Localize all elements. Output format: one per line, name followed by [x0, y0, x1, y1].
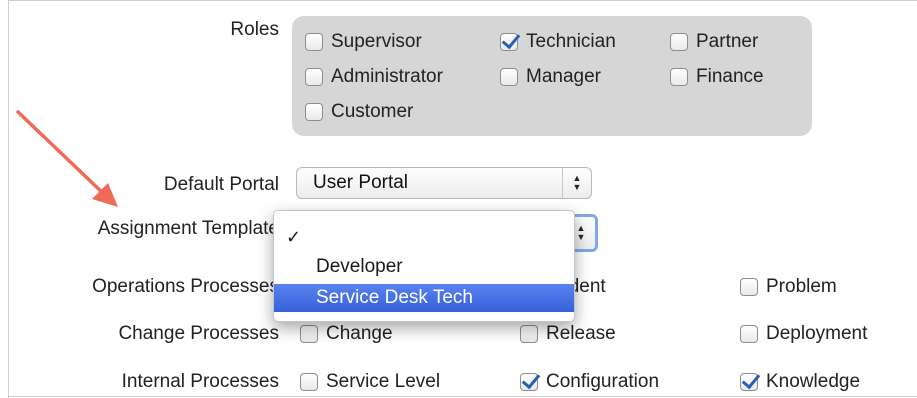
role-finance[interactable]: Finance: [670, 66, 764, 88]
checkmark-icon: ✓: [286, 226, 302, 247]
internal-label: Knowledge: [766, 371, 861, 392]
checkbox-icon[interactable]: [300, 373, 318, 391]
role-technician[interactable]: Technician: [500, 31, 616, 53]
dropdown-item-service-desk-tech[interactable]: Service Desk Tech: [274, 284, 574, 312]
operations-label: Problem: [766, 276, 837, 297]
checkbox-checked-icon[interactable]: [740, 373, 758, 391]
operations-problem[interactable]: Problem: [740, 276, 837, 298]
internal-knowledge[interactable]: Knowledge: [740, 371, 860, 393]
role-label: Customer: [331, 101, 414, 122]
internal-label: Service Level: [326, 371, 441, 392]
internal-service-level[interactable]: Service Level: [300, 371, 440, 393]
role-partner[interactable]: Partner: [670, 31, 758, 53]
checkbox-icon[interactable]: [500, 68, 518, 86]
default-portal-label: Default Portal: [163, 174, 279, 195]
up-down-chevron-icon: ▲ ▼: [562, 168, 591, 198]
change-deployment[interactable]: Deployment: [740, 323, 867, 345]
dropdown-item-label: Developer: [316, 256, 403, 277]
dropdown-item-label: Service Desk Tech: [316, 287, 473, 308]
checkbox-icon[interactable]: [670, 33, 688, 51]
checkbox-checked-icon[interactable]: [500, 33, 518, 51]
roles-label: Roles: [230, 19, 279, 40]
role-label: Technician: [526, 31, 616, 52]
role-administrator[interactable]: Administrator: [305, 66, 443, 88]
assignment-template-dropdown: ✓ Developer Service Desk Tech: [273, 210, 575, 322]
change-label: Deployment: [766, 323, 868, 344]
assignment-template-label: Assignment Template: [97, 218, 279, 239]
checkbox-icon[interactable]: [305, 103, 323, 121]
checkbox-icon[interactable]: [305, 33, 323, 51]
checkbox-icon[interactable]: [740, 278, 758, 296]
role-label: Manager: [526, 66, 601, 87]
checkbox-icon[interactable]: [305, 68, 323, 86]
role-label: Finance: [696, 66, 764, 87]
checkbox-icon[interactable]: [740, 325, 758, 343]
internal-processes-label: Internal Processes: [121, 371, 279, 392]
checkbox-checked-icon[interactable]: [520, 373, 538, 391]
change-label: Change: [326, 323, 393, 344]
checkbox-icon[interactable]: [670, 68, 688, 86]
frame-border-top: [8, 0, 917, 1]
change-label: Release: [546, 323, 616, 344]
dropdown-item-blank[interactable]: ✓: [274, 223, 574, 251]
change-release[interactable]: Release: [520, 323, 616, 345]
role-customer[interactable]: Customer: [305, 101, 413, 123]
role-label: Administrator: [331, 66, 443, 87]
operations-processes-label: Operations Processes: [92, 276, 279, 297]
default-portal-value: User Portal: [313, 172, 409, 193]
role-label: Partner: [696, 31, 759, 52]
role-supervisor[interactable]: Supervisor: [305, 31, 422, 53]
checkbox-icon[interactable]: [300, 325, 318, 343]
checkbox-icon[interactable]: [520, 325, 538, 343]
dropdown-item-developer[interactable]: Developer: [274, 253, 574, 281]
role-label: Supervisor: [331, 31, 422, 52]
role-manager[interactable]: Manager: [500, 66, 601, 88]
default-portal-select[interactable]: User Portal ▲ ▼: [296, 167, 592, 199]
internal-configuration[interactable]: Configuration: [520, 371, 659, 393]
change-processes-label: Change Processes: [118, 323, 279, 344]
internal-label: Configuration: [546, 371, 660, 392]
change-change[interactable]: Change: [300, 323, 393, 345]
frame-border-bottom: [8, 396, 917, 397]
